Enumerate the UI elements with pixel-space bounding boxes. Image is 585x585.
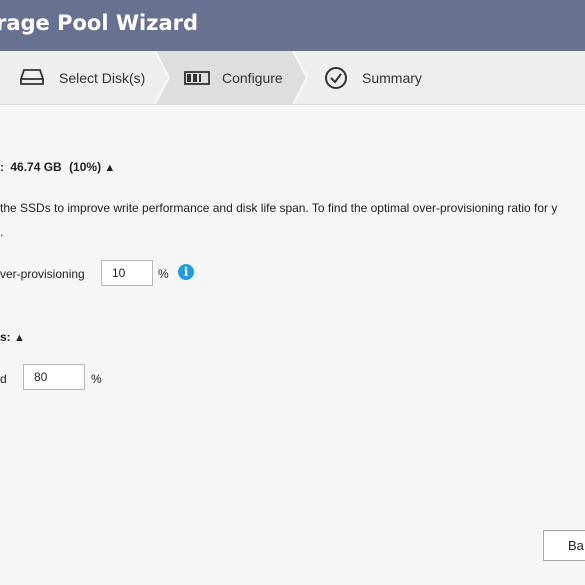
overprovision-description: the SSDs to improve write performance an…	[0, 201, 558, 215]
alert-unit: %	[91, 372, 102, 386]
alert-field-label: d	[0, 372, 7, 386]
wizard-header: rage Pool Wizard	[0, 0, 585, 51]
overprovision-toggle[interactable]: ▲	[104, 162, 115, 174]
step-label-summary: Summary	[362, 69, 422, 86]
wizard-title: rage Pool Wizard	[0, 11, 199, 35]
step-summary[interactable]: Summary	[324, 51, 422, 104]
alert-threshold-input[interactable]	[23, 364, 85, 390]
info-icon[interactable]: i	[178, 264, 194, 280]
disk-array-icon	[184, 70, 210, 86]
overprovision-input[interactable]	[101, 260, 153, 286]
overprovision-unit: %	[158, 267, 169, 281]
overprovision-heading: : 46.74 GB (10%) ▲	[0, 160, 115, 174]
overprovision-field-label: ver-provisioning	[0, 267, 85, 281]
overprovision-heading-pct: (10%)	[69, 160, 102, 174]
alert-heading-text: s:	[0, 330, 11, 344]
alert-heading: s: ▲	[0, 330, 25, 344]
overprovision-heading-prefix: :	[0, 160, 4, 174]
overprovision-description-tail: .	[0, 225, 4, 239]
step-label-configure: Configure	[222, 69, 283, 86]
step-select-disks[interactable]: Select Disk(s)	[20, 51, 145, 104]
alert-toggle[interactable]: ▲	[14, 332, 25, 344]
wizard-steps: Select Disk(s) Configure Summary	[0, 51, 585, 105]
back-button[interactable]: Ba	[543, 530, 585, 561]
overprovision-heading-value: 46.74 GB	[10, 160, 62, 174]
hard-disk-icon	[20, 68, 46, 88]
check-circle-icon	[324, 66, 348, 90]
step-configure[interactable]: Configure	[184, 51, 283, 104]
step-label-select-disks: Select Disk(s)	[59, 69, 146, 86]
